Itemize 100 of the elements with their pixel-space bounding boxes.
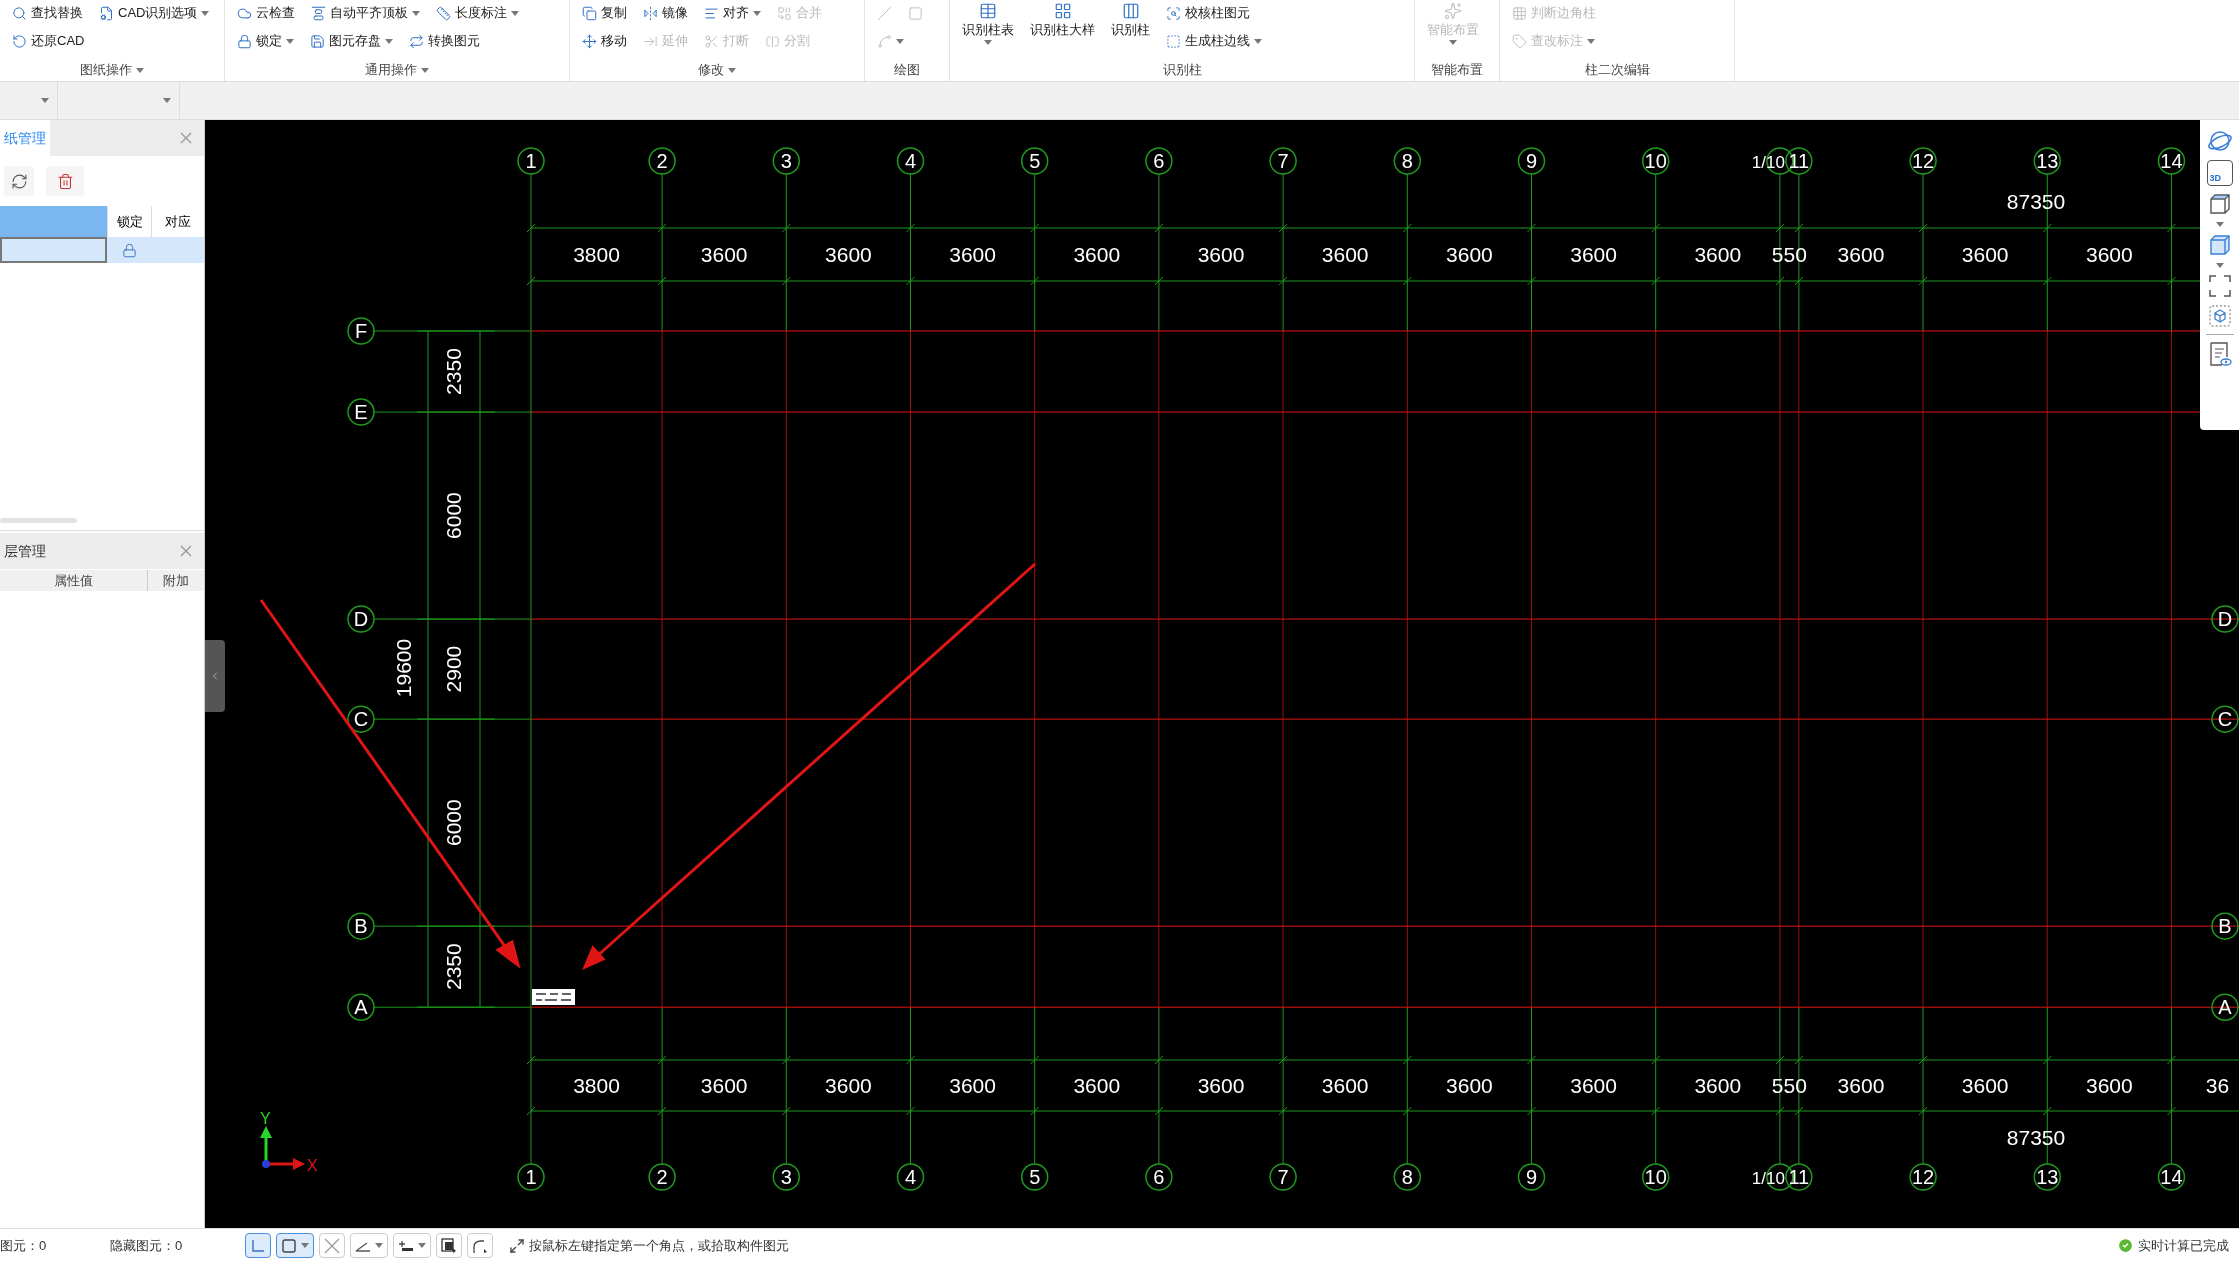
tool-icon <box>324 1237 340 1254</box>
ribbon-button[interactable]: CAD识别选项 <box>95 2 214 24</box>
ribbon-button[interactable]: 查找替换 <box>8 2 87 24</box>
ribbon-icon <box>311 5 326 21</box>
ribbon-button[interactable]: 移动 <box>578 30 631 52</box>
dimension-text: 3600 <box>700 243 748 266</box>
axis-label-text: Y <box>260 1110 271 1127</box>
close-icon[interactable] <box>180 545 192 557</box>
fullscreen-icon[interactable] <box>2207 274 2232 298</box>
ribbon-icon <box>582 33 597 49</box>
caret-icon <box>753 10 761 16</box>
dimension-text: 3600 <box>1837 1074 1885 1097</box>
ribbon-icon <box>582 5 597 21</box>
ribbon-button[interactable]: 校核柱图元 <box>1162 2 1254 24</box>
axis-label: 8 <box>1393 147 1422 175</box>
status-text: 图元：0 <box>0 1236 48 1255</box>
ribbon-button[interactable]: 镜像 <box>639 2 692 24</box>
axis-label: C <box>347 705 375 733</box>
dimension-text: 6000 <box>442 492 465 539</box>
dimension-text: 550 <box>1771 1074 1807 1097</box>
ribbon-button[interactable]: 自动平齐顶板 <box>307 2 424 24</box>
ribbon-button[interactable]: 复制 <box>578 2 631 24</box>
ribbon-icon <box>1166 33 1181 49</box>
orbit-icon[interactable] <box>2206 128 2233 154</box>
ribbon-button[interactable]: 还原CAD <box>8 30 89 52</box>
caret-icon <box>896 38 904 44</box>
snap-toggle-button[interactable] <box>350 1233 388 1258</box>
close-icon[interactable] <box>180 132 192 144</box>
collapse-handle[interactable] <box>205 640 225 712</box>
snap-toggle-button[interactable] <box>393 1233 431 1258</box>
dimension-text: 3600 <box>1961 243 2009 266</box>
caret-icon <box>1449 39 1457 45</box>
cube-button[interactable]: 3D <box>2206 160 2233 186</box>
ribbon-icon <box>643 5 658 21</box>
status-text: 隐藏图元：0 <box>110 1236 184 1255</box>
axis-label-text: X <box>307 1157 318 1174</box>
caret-icon <box>375 1243 383 1248</box>
ribbon-large-button[interactable]: 识别柱 <box>1107 2 1154 59</box>
axis-label: 3 <box>772 147 801 175</box>
axis-label: 7 <box>1269 1163 1297 1191</box>
dimension-text: 3600 <box>1197 243 1245 266</box>
dimension-text: 550 <box>1771 243 1807 266</box>
snap-toggle-button[interactable] <box>319 1233 345 1258</box>
ribbon-button[interactable]: 云检查 <box>233 2 299 24</box>
dimension-text: 36 <box>2205 1074 2230 1097</box>
ribbon-button[interactable]: 转换图元 <box>405 30 484 52</box>
ribbon-button[interactable]: 长度标注 <box>432 2 523 24</box>
ribbon-group-label: 通用操作 <box>365 61 417 80</box>
document-view-icon[interactable] <box>2207 341 2232 367</box>
caret-icon <box>1587 38 1595 44</box>
ribbon-icon <box>908 5 923 21</box>
ribbon-button[interactable]: 锁定 <box>233 30 298 52</box>
dimension-text: 3600 <box>1446 1074 1493 1097</box>
dimension-text: 6000 <box>442 799 465 846</box>
ribbon-button[interactable]: 图元存盘 <box>306 30 397 52</box>
tool-icon <box>250 1237 266 1254</box>
tool-icon <box>281 1237 297 1254</box>
snap-toggle-button[interactable] <box>436 1233 462 1258</box>
dimension-text: 3600 <box>1197 1074 1245 1097</box>
dimension-text: 87350 <box>2006 1126 2066 1149</box>
delete-button[interactable] <box>46 166 84 196</box>
caret-icon <box>385 38 393 44</box>
ribbon-large-button[interactable]: 识别柱大样 <box>1026 2 1099 59</box>
ribbon-icon <box>409 33 424 49</box>
dimension-text: 2900 <box>442 645 465 693</box>
tool-icon <box>441 1237 457 1254</box>
table-cell[interactable] <box>0 237 107 263</box>
ribbon-button[interactable]: 生成柱边线 <box>1162 30 1266 52</box>
axis-label: 9 <box>1517 1163 1546 1191</box>
ribbon-button[interactable]: 对齐 <box>700 2 765 24</box>
ribbon-large-button[interactable]: 识别柱表 <box>958 2 1018 59</box>
axis-label: A <box>347 993 375 1021</box>
axis-label: 6 <box>1145 1163 1173 1191</box>
axis-label: 4 <box>896 147 925 175</box>
cube-select-icon[interactable] <box>2207 304 2232 328</box>
dimension-text: 3600 <box>1570 1074 1617 1097</box>
dimension-text: 3600 <box>1073 1074 1121 1097</box>
cube-icon[interactable] <box>2207 233 2232 257</box>
dimension-text: 3600 <box>949 1074 996 1097</box>
refresh-icon <box>10 172 28 190</box>
scrollbar[interactable] <box>0 518 77 523</box>
snap-toggle-button[interactable] <box>245 1233 271 1258</box>
caret-icon <box>984 39 992 45</box>
ribbon-icon <box>12 33 27 49</box>
ribbon-group-label: 修改 <box>698 61 724 80</box>
dimension-text: 3600 <box>1446 243 1493 266</box>
ribbon-icon <box>1053 2 1072 20</box>
snap-toggle-button[interactable] <box>276 1233 314 1258</box>
refresh-button[interactable] <box>4 166 34 196</box>
dimension-text: 3800 <box>573 1074 620 1097</box>
column-tag-drawing <box>532 989 575 1005</box>
axis-label: 1 <box>517 147 545 175</box>
cube-icon[interactable] <box>2207 192 2232 216</box>
dimension-text: 3600 <box>1321 243 1369 266</box>
snap-toggle-button[interactable] <box>467 1233 493 1258</box>
axis-label: 5 <box>1020 1163 1049 1191</box>
axis-label: 12 <box>1909 1163 1937 1191</box>
expand-icon <box>509 1237 525 1254</box>
ribbon-icon <box>979 2 997 20</box>
panel-tab[interactable]: 纸管理 <box>0 120 50 156</box>
